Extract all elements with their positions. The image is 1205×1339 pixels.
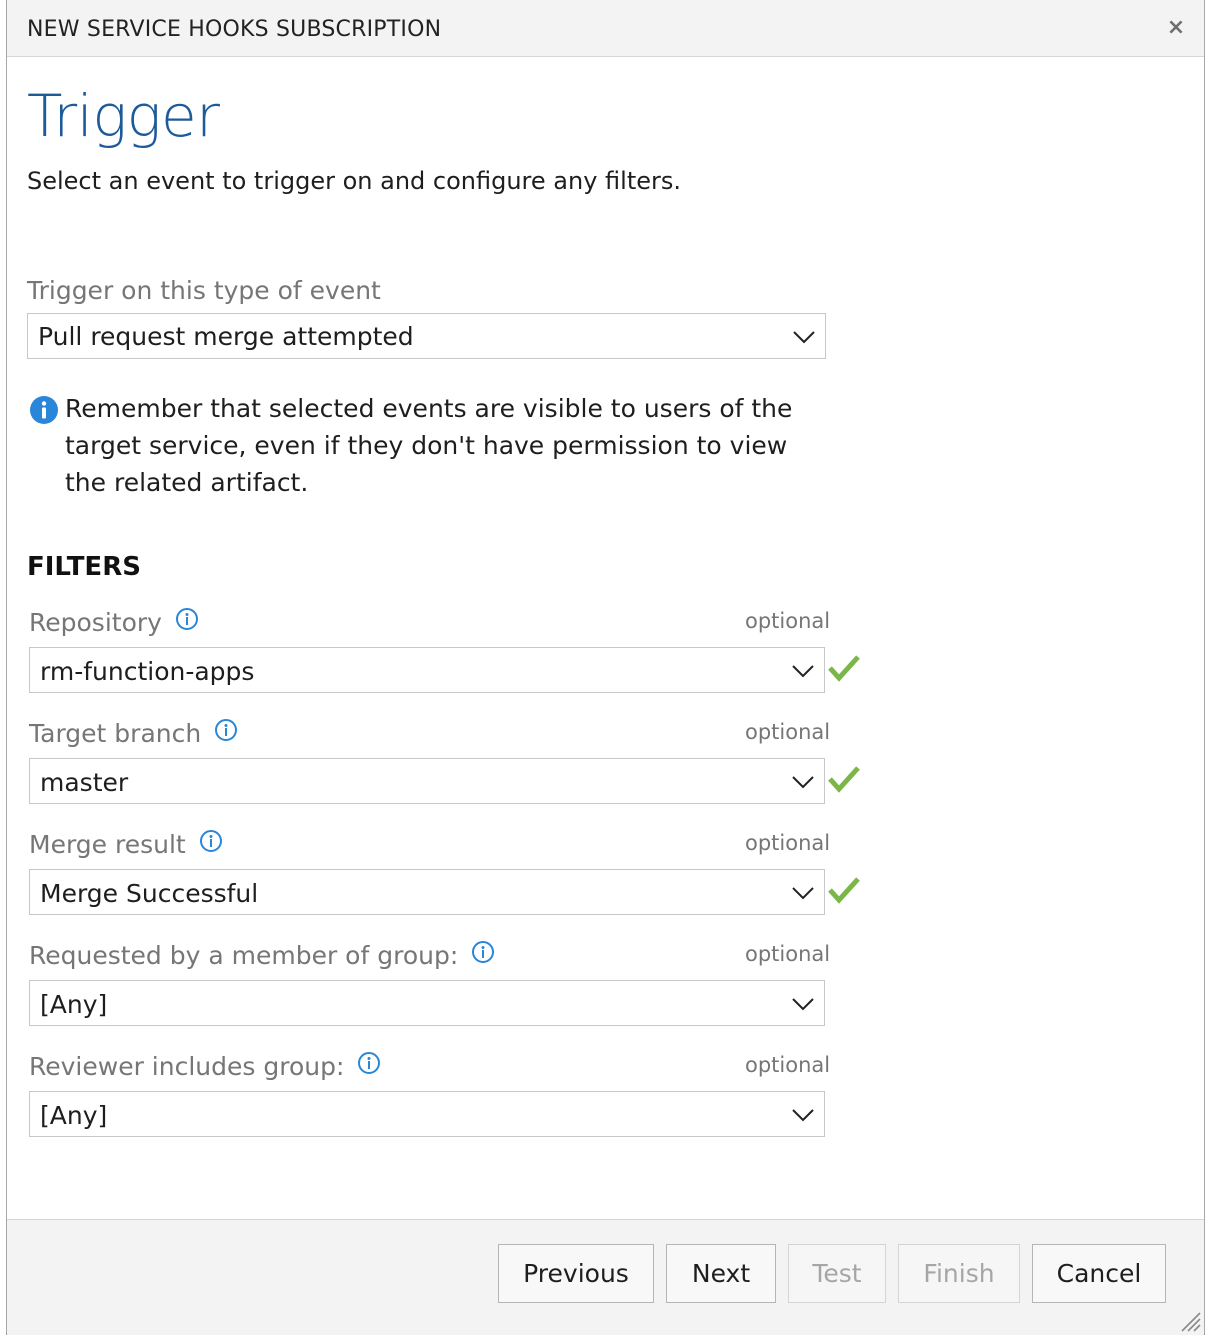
requested-by-group-dropdown[interactable]: [Any] xyxy=(29,980,825,1026)
merge-result-value: Merge Successful xyxy=(40,879,259,908)
target-branch-dropdown[interactable]: master xyxy=(29,758,825,804)
dialog-title: NEW SERVICE HOOKS SUBSCRIPTION xyxy=(27,17,442,42)
repository-label-group: Repository xyxy=(29,607,199,637)
dialog-footer: Previous Next Test Finish Cancel xyxy=(7,1219,1204,1335)
checkmark-icon xyxy=(828,877,860,904)
page-subtitle: Select an event to trigger on and config… xyxy=(27,167,681,195)
chevron-down-icon xyxy=(792,1109,814,1122)
new-service-hooks-dialog: NEW SERVICE HOOKS SUBSCRIPTION × Trigger… xyxy=(6,0,1205,1335)
optional-hint: optional xyxy=(745,831,831,855)
info-icon[interactable] xyxy=(357,1051,381,1075)
merge-result-label-group: Merge result xyxy=(29,829,223,859)
optional-hint: optional xyxy=(745,1053,831,1077)
requested-by-group-value: [Any] xyxy=(40,990,108,1019)
repository-label: Repository xyxy=(29,608,162,637)
checkmark-icon xyxy=(828,766,860,793)
event-type-label: Trigger on this type of event xyxy=(27,276,381,305)
info-icon[interactable] xyxy=(175,607,199,631)
finish-button[interactable]: Finish xyxy=(898,1244,1020,1303)
repository-value: rm-function-apps xyxy=(40,657,255,686)
filters-heading: FILTERS xyxy=(27,552,141,582)
repository-dropdown[interactable]: rm-function-apps xyxy=(29,647,825,693)
requested-by-group-label: Requested by a member of group: xyxy=(29,941,459,970)
notice-text: Remember that selected events are visibl… xyxy=(65,394,793,497)
cancel-button[interactable]: Cancel xyxy=(1032,1244,1166,1303)
target-branch-value: master xyxy=(40,768,129,797)
resize-grip-icon[interactable] xyxy=(1178,1309,1202,1333)
reviewer-group-label: Reviewer includes group: xyxy=(29,1052,345,1081)
merge-result-dropdown[interactable]: Merge Successful xyxy=(29,869,825,915)
optional-hint: optional xyxy=(745,609,831,633)
chevron-down-icon xyxy=(792,665,814,678)
event-type-value: Pull request merge attempted xyxy=(38,322,414,351)
info-icon xyxy=(30,396,58,424)
info-icon[interactable] xyxy=(199,829,223,853)
reviewer-group-dropdown[interactable]: [Any] xyxy=(29,1091,825,1137)
target-branch-label: Target branch xyxy=(29,719,202,748)
test-button[interactable]: Test xyxy=(788,1244,886,1303)
chevron-down-icon xyxy=(793,331,815,344)
chevron-down-icon xyxy=(792,998,814,1011)
optional-hint: optional xyxy=(745,942,831,966)
checkmark-icon xyxy=(828,655,860,682)
previous-button[interactable]: Previous xyxy=(498,1244,654,1303)
reviewer-group-label-group: Reviewer includes group: xyxy=(29,1051,381,1081)
close-icon[interactable]: × xyxy=(1162,14,1190,42)
info-icon[interactable] xyxy=(471,940,495,964)
event-type-dropdown[interactable]: Pull request merge attempted xyxy=(27,313,826,359)
reviewer-group-value: [Any] xyxy=(40,1101,108,1130)
chevron-down-icon xyxy=(792,776,814,789)
info-icon[interactable] xyxy=(214,718,238,742)
next-button[interactable]: Next xyxy=(666,1244,776,1303)
target-branch-label-group: Target branch xyxy=(29,718,238,748)
dialog-title-bar: NEW SERVICE HOOKS SUBSCRIPTION × xyxy=(7,0,1204,57)
optional-hint: optional xyxy=(745,720,831,744)
chevron-down-icon xyxy=(792,887,814,900)
requested-by-group-label-group: Requested by a member of group: xyxy=(29,940,495,970)
page-title: Trigger xyxy=(27,82,220,150)
merge-result-label: Merge result xyxy=(29,830,186,859)
